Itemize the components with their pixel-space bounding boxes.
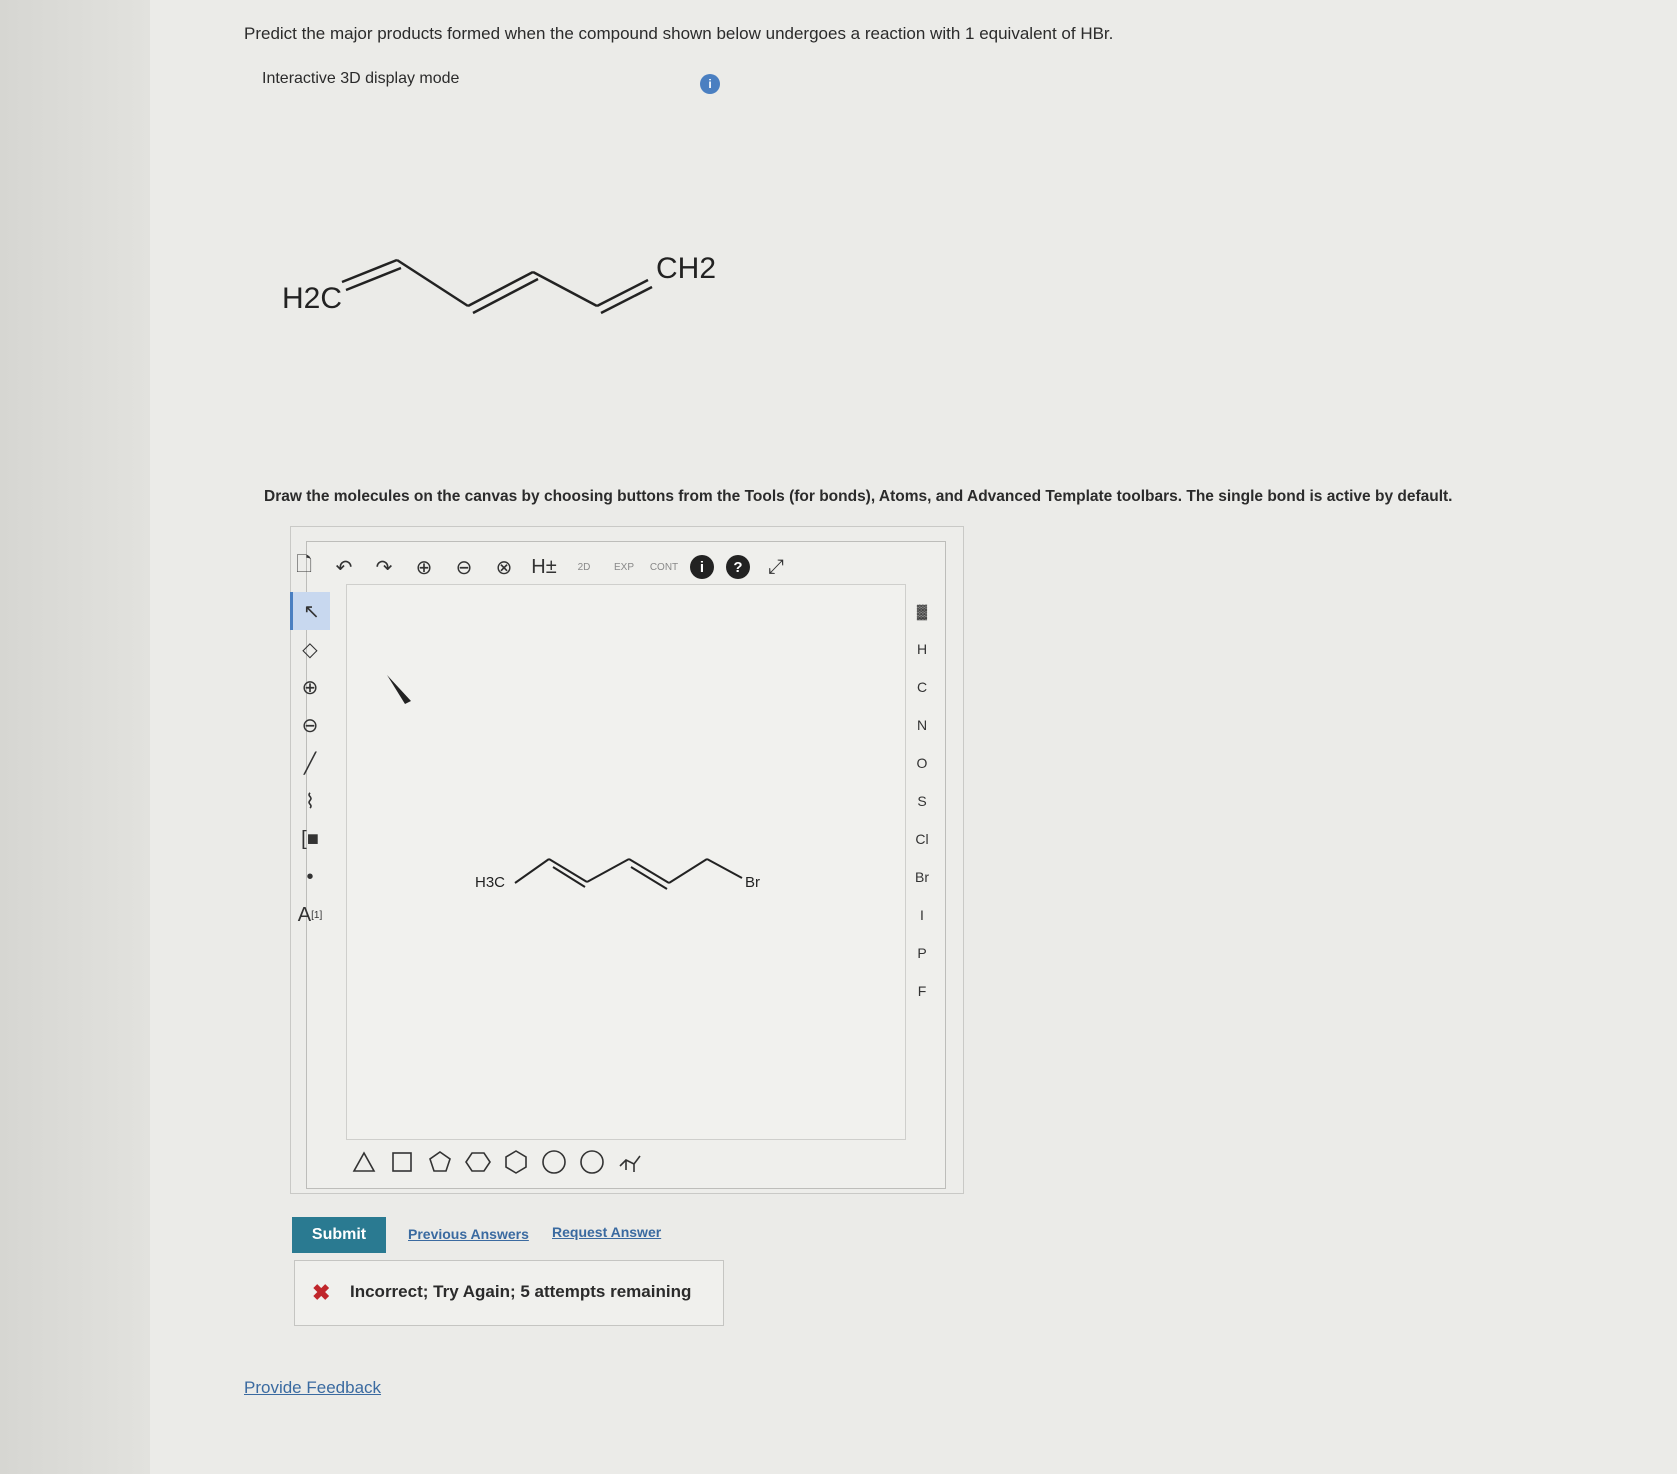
- display-mode-label: Interactive 3D display mode: [262, 70, 460, 87]
- charge-plus-icon[interactable]: ⊕: [290, 668, 330, 706]
- submit-button[interactable]: Submit: [292, 1217, 386, 1253]
- help-icon[interactable]: ?: [726, 555, 750, 579]
- bracket-tool-icon[interactable]: [■: [290, 820, 330, 858]
- atom-s[interactable]: S: [908, 782, 936, 820]
- periodic-table-icon[interactable]: ▓: [908, 592, 936, 630]
- left-label: H2C: [282, 282, 342, 315]
- atom-i[interactable]: I: [908, 896, 936, 934]
- atom-properties-label: A: [297, 903, 312, 926]
- cursor-icon: [387, 675, 411, 704]
- charge-minus-icon[interactable]: ⊖: [290, 706, 330, 744]
- cyclohexane-template-icon[interactable]: [502, 1148, 530, 1176]
- atom-properties-button[interactable]: A [1]: [290, 896, 330, 934]
- question-text: Predict the major products formed when t…: [244, 24, 1114, 43]
- left-toolbar: ↖ ◇ ⊕ ⊖ ╱ ⌇ [■ • A [1]: [290, 592, 330, 934]
- undo-icon[interactable]: ↶: [330, 553, 358, 581]
- atom-properties-superscript: [1]: [311, 909, 323, 921]
- info-icon[interactable]: i: [700, 74, 720, 94]
- clean-2d-button[interactable]: 2D: [570, 553, 598, 581]
- atom-br[interactable]: Br: [908, 858, 936, 896]
- atoms-toolbar: ▓ H C N O S Cl Br I P F: [908, 592, 936, 1010]
- atom-f[interactable]: F: [908, 972, 936, 1010]
- atom-cl[interactable]: Cl: [908, 820, 936, 858]
- atom-o[interactable]: O: [908, 744, 936, 782]
- request-answer-link[interactable]: Request Answer: [552, 1224, 661, 1240]
- octagon-template-icon[interactable]: [578, 1148, 606, 1176]
- pentagon-template-icon[interactable]: [426, 1148, 454, 1176]
- previous-answers-link[interactable]: Previous Answers: [408, 1226, 529, 1242]
- zoom-reset-icon[interactable]: ⊗: [490, 553, 518, 581]
- canvas-drawing: H3C Br: [387, 675, 760, 891]
- provide-feedback-link[interactable]: Provide Feedback: [244, 1378, 381, 1398]
- right-label: CH2: [656, 252, 716, 285]
- reactant-bonds: [341, 258, 653, 315]
- canvas-left-label: H3C: [475, 874, 505, 891]
- info-button-icon[interactable]: i: [690, 555, 714, 579]
- atom-n[interactable]: N: [908, 706, 936, 744]
- eraser-icon[interactable]: ◇: [290, 630, 330, 668]
- radical-tool-icon[interactable]: •: [290, 858, 330, 896]
- template-toolbar: [350, 1148, 644, 1176]
- expand-button[interactable]: EXP: [610, 553, 638, 581]
- hexagon-template-icon[interactable]: [464, 1148, 492, 1176]
- zoom-in-icon[interactable]: ⊕: [410, 553, 438, 581]
- chair-template-icon[interactable]: [616, 1148, 644, 1176]
- atom-c[interactable]: C: [908, 668, 936, 706]
- canvas-molecule-bonds: [514, 858, 743, 890]
- redo-icon[interactable]: ↷: [370, 553, 398, 581]
- reactant-structure: H2C CH2: [282, 252, 716, 315]
- new-document-icon[interactable]: 🗋: [290, 553, 318, 581]
- heptagon-template-icon[interactable]: [540, 1148, 568, 1176]
- fullscreen-icon[interactable]: ⤢: [762, 553, 790, 581]
- triangle-template-icon[interactable]: [350, 1148, 378, 1176]
- square-template-icon[interactable]: [388, 1148, 416, 1176]
- top-toolbar: 🗋 ↶ ↷ ⊕ ⊖ ⊗ H± 2D EXP CONT i ? ⤢: [290, 550, 790, 584]
- single-bond-icon[interactable]: ╱: [290, 744, 330, 782]
- zoom-out-icon[interactable]: ⊖: [450, 553, 478, 581]
- hydrogen-toggle[interactable]: H±: [530, 553, 558, 581]
- chain-tool-icon[interactable]: ⌇: [290, 782, 330, 820]
- page-margin: [0, 0, 150, 1474]
- incorrect-icon: ✖: [312, 1280, 331, 1305]
- instructions: Draw the molecules on the canvas by choo…: [264, 488, 1453, 505]
- canvas-right-label: Br: [745, 874, 760, 891]
- contract-button[interactable]: CONT: [650, 553, 678, 581]
- select-tool-icon[interactable]: ↖: [290, 592, 330, 630]
- drawing-canvas[interactable]: H3C Br: [346, 584, 906, 1140]
- feedback-message: Incorrect; Try Again; 5 attempts remaini…: [350, 1282, 692, 1301]
- atom-p[interactable]: P: [908, 934, 936, 972]
- atom-h[interactable]: H: [908, 630, 936, 668]
